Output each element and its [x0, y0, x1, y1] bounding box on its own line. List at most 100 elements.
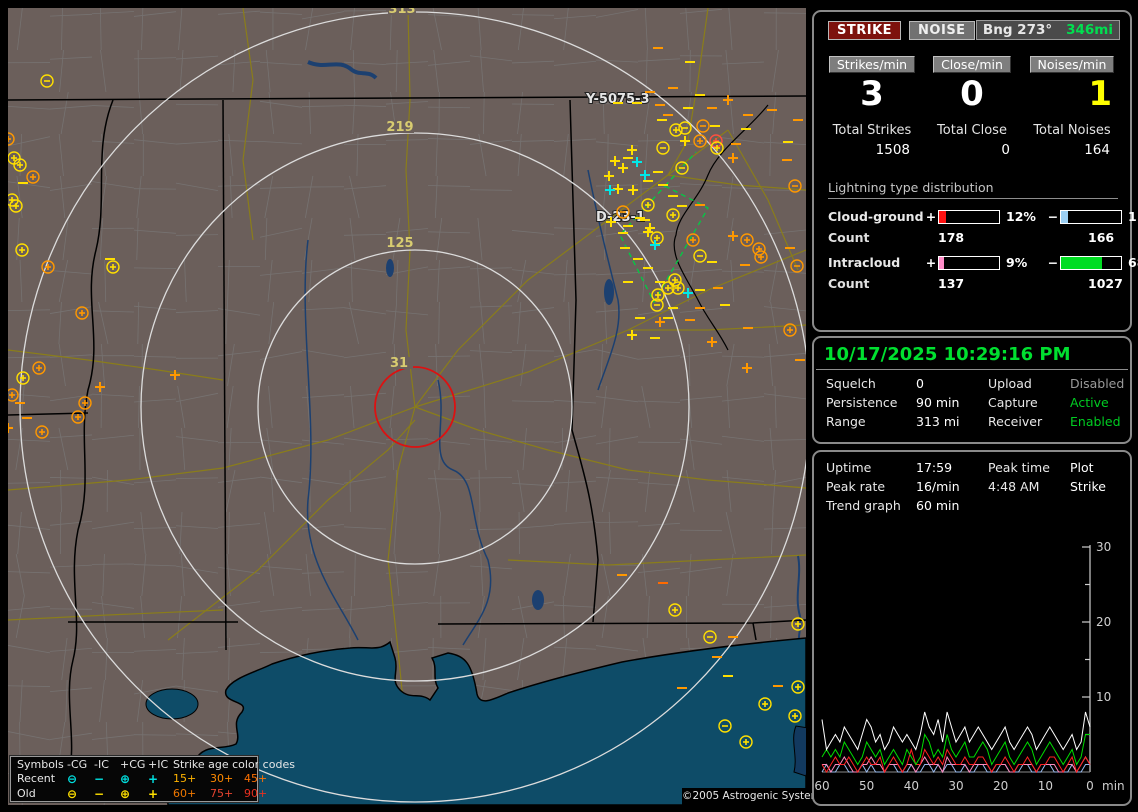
legend-symbol: − [94, 772, 105, 787]
minus-pct: 68% [1128, 255, 1138, 270]
nexstorm-window: { "header": {"strike_btn":"STRIKE","nois… [0, 0, 1138, 812]
total-value: 0 [1001, 142, 1010, 158]
bearing-value: Bng 273° [982, 22, 1053, 38]
rate-value: 1 [1088, 74, 1112, 114]
counter-col: Close/min 0 Total Close 0 [922, 54, 1022, 158]
rate-button[interactable]: Close/min [933, 56, 1011, 73]
svg-text:20: 20 [1096, 615, 1111, 629]
status-state: Enabled [1070, 414, 1121, 429]
divider [816, 369, 1128, 370]
minus-bar [1060, 255, 1122, 270]
legend-symbol: ⊖ [67, 772, 78, 787]
minus-bar [1060, 209, 1122, 224]
counter-col: Strikes/min 3 Total Strikes 1508 [822, 54, 922, 158]
legend-age-code: 90+ [244, 786, 268, 800]
total-value: 164 [1084, 142, 1110, 158]
legend-symbol: ⊖ [67, 786, 78, 801]
counter-col: Noises/min 1 Total Noises 164 [1022, 54, 1122, 158]
svg-text:30: 30 [1096, 540, 1111, 554]
legend-header: -CG [67, 758, 88, 771]
session-panel: Uptime 17:59 Peak time Plot Peak rate 16/… [812, 450, 1132, 806]
legend-symbol: ⊕ [120, 786, 131, 801]
minus-count: 1027 [1088, 276, 1123, 291]
distance-value: 346mi [1066, 22, 1113, 38]
svg-text:40: 40 [904, 779, 919, 793]
trend-series [821, 747, 1091, 774]
legend-age-code: 15+ [173, 772, 197, 786]
rate-counters: Strikes/min 3 Total Strikes 1508 Close/mi… [822, 54, 1122, 158]
status-state: Disabled [1070, 376, 1125, 391]
svg-text:219: 219 [386, 120, 413, 135]
status-row: Squelch 0 Upload Disabled [826, 376, 1125, 391]
status-row: Range 313 mi Receiver Enabled [826, 414, 1122, 429]
status-panel: 10/17/2025 10:29:16 PM Squelch 0 Upload … [812, 336, 1132, 444]
datetime-display: 10/17/2025 10:29:16 PM [824, 344, 1071, 365]
strike-toggle-button[interactable]: STRIKE [828, 20, 902, 40]
session-label: Trend graph [826, 498, 901, 513]
legend-header: +IC [148, 758, 169, 771]
rate-button[interactable]: Strikes/min [828, 56, 916, 73]
status-value: 313 mi [916, 414, 960, 429]
session-row: Uptime 17:59 Peak time Plot [826, 460, 1122, 475]
session-value: Strike [1070, 479, 1106, 494]
session-label [988, 498, 1070, 513]
map-canvas: 31321912531 Y-5075-3D-23-1 [8, 8, 806, 805]
trend-series [821, 763, 1090, 773]
status-state: Active [1070, 395, 1109, 410]
legend-symbol: + [148, 772, 159, 787]
plus-count: 178 [938, 230, 965, 245]
session-row: Peak rate 16/min 4:48 AM Strike [826, 479, 1122, 494]
session-label: 4:48 AM [988, 479, 1040, 494]
count-row: Count 178 166 [828, 230, 1124, 245]
strike-stats-panel: STRIKE NOISE Bng 273° 346mi Strikes/min … [812, 10, 1138, 332]
bearing-distance-readout: Bng 273° 346mi [975, 20, 1120, 40]
session-value: 60 min [916, 498, 960, 513]
lightning-map[interactable]: 313 219 125 31 Y-5075-3 D-23-1 Symbols -CG -IC… [8, 8, 826, 805]
svg-text:60: 60 [814, 779, 829, 793]
status-label: Squelch [826, 376, 876, 391]
map-legend: Symbols -CG -IC +CG +IC Strike age color code… [9, 755, 295, 803]
status-label: Range [826, 414, 866, 429]
legend-symbol: − [94, 786, 105, 801]
total-label: Total Strikes [832, 123, 912, 138]
distribution-title: Lightning type distribution [828, 180, 1118, 199]
legend-age-code: 45+ [244, 772, 268, 786]
svg-text:Y-5075-3: Y-5075-3 [585, 92, 650, 107]
plus-sign: + [925, 255, 937, 270]
legend-header: -IC [94, 758, 109, 771]
plus-pct: 9% [1006, 255, 1028, 270]
rate-button[interactable]: Noises/min [1029, 56, 1115, 73]
status-value: 0 [916, 376, 924, 391]
plus-sign: + [925, 209, 937, 224]
total-label: Total Close [937, 123, 1007, 138]
total-value: 1508 [875, 142, 910, 158]
legend-age-code: 30+ [210, 772, 234, 786]
noise-toggle-button[interactable]: NOISE [909, 20, 975, 40]
minus-pct: 11% [1128, 209, 1138, 224]
distribution-row: Cloud-ground + 12% − 11% [828, 209, 1138, 224]
plus-bar [938, 209, 1000, 224]
copyright-label: ©2005 Astrogenic Systems [682, 788, 826, 805]
count-row: Count 137 1027 [828, 276, 1124, 291]
dist-label: Intracloud [828, 255, 901, 270]
status-label: Receiver [988, 414, 1043, 429]
rate-value: 0 [960, 74, 984, 114]
svg-text:0: 0 [1086, 779, 1094, 793]
plus-bar [938, 255, 1000, 270]
legend-row-label: Old [17, 786, 36, 800]
trend-graph: 10 20 30 60 50 40 30 20 10 0 min [814, 540, 1125, 793]
session-label: Peak rate [826, 479, 886, 494]
legend-header: Symbols [17, 758, 64, 771]
total-label: Total Noises [1033, 123, 1111, 138]
svg-text:125: 125 [386, 236, 413, 251]
minus-count: 166 [1088, 230, 1115, 245]
legend-age-header: Strike age color codes [173, 758, 295, 771]
legend-symbol: + [148, 786, 159, 801]
svg-text:50: 50 [859, 779, 874, 793]
svg-text:min: min [1102, 779, 1125, 793]
count-label: Count [828, 230, 870, 245]
session-value [1070, 498, 1122, 513]
rate-value: 3 [860, 74, 884, 114]
distribution-row: Intracloud + 9% − 68% [828, 255, 1138, 270]
session-value: 17:59 [916, 460, 953, 475]
